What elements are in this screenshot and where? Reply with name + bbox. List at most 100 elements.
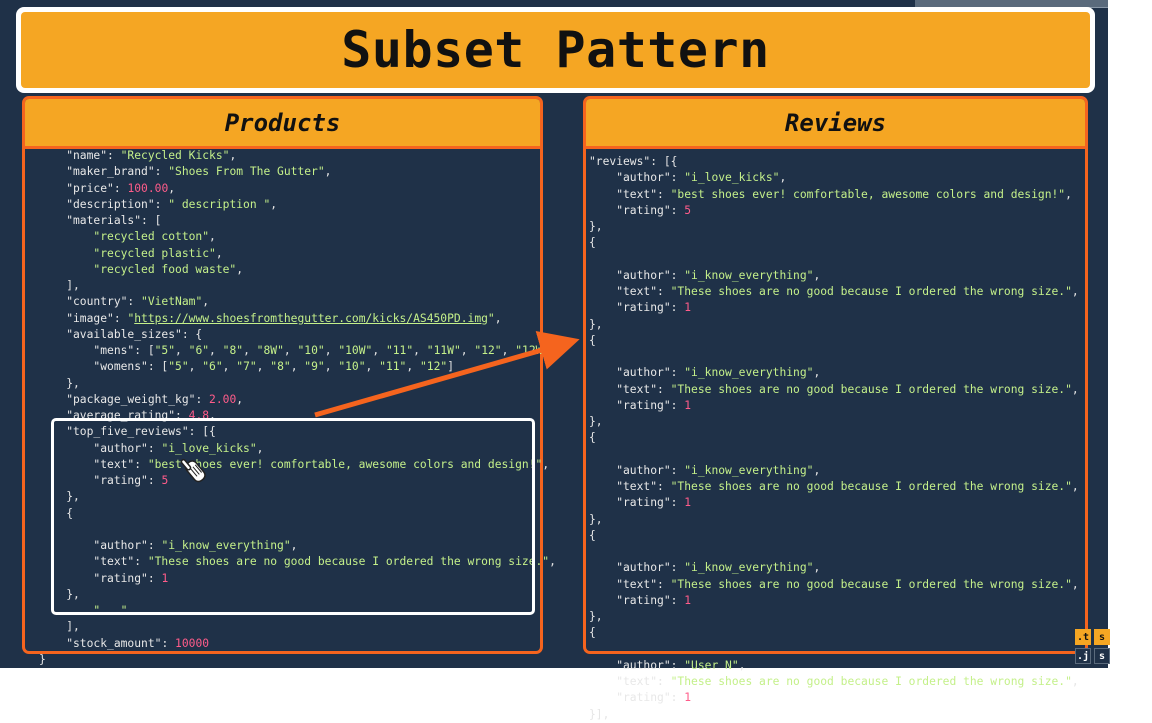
- code-token: :: [657, 187, 671, 201]
- code-token: },: [39, 490, 80, 504]
- corner-key-t[interactable]: .t: [1075, 629, 1091, 645]
- code-line: ],: [39, 278, 556, 294]
- code-token: ,: [222, 360, 237, 374]
- code-token: "Shoes From The Gutter": [168, 165, 325, 179]
- code-token: "12": [474, 344, 502, 357]
- code-token: "rating": [589, 691, 671, 705]
- code-line: },: [39, 587, 556, 603]
- code-token: "i_know_everything": [684, 463, 814, 477]
- code-line: "image": "https://www.shoesfromthegutter…: [39, 311, 556, 327]
- code-token: "image": [39, 311, 114, 325]
- code-token: },: [589, 415, 603, 428]
- code-token: "These shoes are no good because I order…: [670, 577, 1072, 591]
- code-token: "10W": [338, 344, 373, 357]
- code-line: "text": "These shoes are no good because…: [589, 284, 1079, 300]
- code-line: "rating": 5: [39, 473, 556, 489]
- code-token: "These shoes are no good because I order…: [670, 675, 1072, 688]
- code-token: "8": [222, 344, 244, 357]
- code-token: :: [107, 149, 121, 162]
- code-line: },: [589, 219, 1079, 235]
- code-token: "11": [379, 360, 407, 374]
- code-token: "Recycled Kicks": [120, 149, 230, 162]
- code-line: "text": "These shoes are no good because…: [589, 382, 1079, 398]
- code-line: "text": "These shoes are no good because…: [589, 577, 1079, 593]
- code-token: "maker_brand": [39, 165, 155, 179]
- code-token: ,: [406, 360, 420, 374]
- code-token: :: [657, 382, 671, 396]
- code-token: ,: [236, 392, 244, 406]
- code-token: ,: [324, 165, 332, 179]
- code-line: "author": "i_know_everything",: [589, 560, 1079, 576]
- code-token: ,: [1071, 675, 1079, 688]
- code-token: "These shoes are no good because I order…: [147, 555, 550, 569]
- code-token: ,: [290, 539, 298, 552]
- code-line: "author": "i_love_kicks",: [39, 441, 556, 457]
- code-token: ,: [243, 344, 257, 357]
- code-line: "rating": 1: [589, 398, 1079, 414]
- corner-key-j[interactable]: .j: [1075, 648, 1091, 664]
- code-token: : [: [141, 214, 162, 227]
- code-token: "6": [188, 344, 210, 357]
- code-token: 1: [684, 593, 692, 607]
- code-token: "rating": [39, 571, 148, 585]
- code-line: "available_sizes": {: [39, 327, 556, 343]
- code-line: "author": "i_know_everything",: [589, 463, 1079, 479]
- code-token: :: [147, 539, 162, 552]
- corner-key-s-bottom[interactable]: s: [1094, 648, 1110, 664]
- code-token: :: [670, 561, 685, 575]
- code-token: ,: [549, 555, 556, 569]
- code-token: :: [670, 658, 685, 672]
- code-line: "rating": 5: [589, 203, 1079, 219]
- code-line: {: [589, 333, 1079, 349]
- code-line: "country": "VietNam",: [39, 294, 556, 310]
- code-token: ,: [283, 344, 298, 357]
- code-token: "text": [39, 457, 135, 471]
- code-token: "price": [39, 181, 114, 195]
- code-line: },: [589, 512, 1079, 528]
- code-token: "text": [589, 577, 658, 591]
- code-token: ,: [1071, 480, 1079, 493]
- code-token: "description": [39, 197, 155, 211]
- code-token: : [{: [188, 425, 216, 439]
- code-line: "text": "These shoes are no good because…: [39, 554, 556, 570]
- code-token: "i_love_kicks": [684, 171, 780, 185]
- code-token: :: [657, 577, 671, 591]
- code-line: "recycled food waste",: [39, 262, 556, 278]
- code-token: :: [134, 457, 148, 471]
- code-token: :: [134, 555, 148, 569]
- code-token: ,: [229, 149, 237, 162]
- code-token: "average_rating": [39, 409, 176, 422]
- code-token: "text": [589, 285, 658, 298]
- code-token: ,: [372, 344, 386, 357]
- code-token: 1: [684, 301, 692, 315]
- code-token: "author": [589, 658, 671, 672]
- code-token: "recycled plastic": [39, 246, 216, 260]
- code-token: :: [670, 398, 685, 412]
- reviews-title: Reviews: [784, 108, 887, 137]
- code-line: "recycled cotton",: [39, 229, 556, 245]
- code-line: "price": 100.00,: [39, 181, 556, 197]
- code-line: "rating": 1: [39, 571, 556, 587]
- code-line: "rating": 1: [589, 300, 1079, 316]
- code-token: "rating": [589, 203, 671, 217]
- corner-key-s-top[interactable]: s: [1094, 629, 1110, 645]
- code-token: ,: [813, 268, 821, 282]
- code-line: }],: [589, 707, 1079, 723]
- code-token: "recycled cotton": [39, 230, 210, 244]
- code-line: "reviews": [{: [589, 154, 1079, 170]
- code-token: {: [589, 333, 596, 347]
- code-token: :: [113, 181, 128, 195]
- code-line: "...": [39, 603, 556, 619]
- code-token: "recycled food waste": [39, 262, 237, 276]
- code-line: "rating": 1: [589, 495, 1079, 511]
- code-token: "These shoes are no good because I order…: [670, 382, 1072, 396]
- code-token: "author": [589, 561, 671, 575]
- products-panel: Products "name": "Recycled Kicks", "make…: [22, 96, 556, 666]
- code-line: "average_rating": 4.8,: [39, 408, 556, 424]
- products-header: Products: [25, 99, 540, 149]
- code-token: {: [589, 626, 596, 640]
- code-token: ,: [270, 197, 278, 211]
- code-token: "rating": [589, 398, 671, 412]
- code-token: ,: [188, 360, 203, 374]
